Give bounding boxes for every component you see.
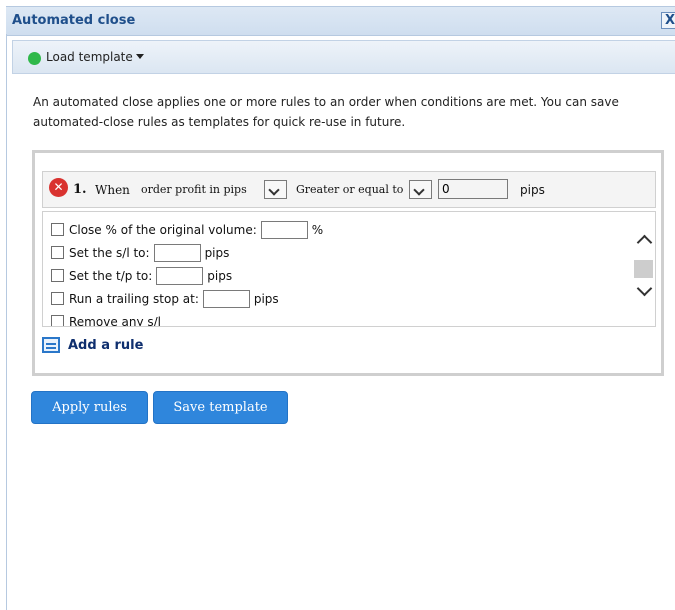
scroll-thumb[interactable]	[634, 260, 653, 278]
action-remove-sl: Remove any s/l	[51, 312, 162, 327]
actions-scrollbar[interactable]	[632, 212, 655, 326]
condition-select[interactable]: order profit in pips	[141, 180, 293, 199]
when-label: When	[95, 183, 130, 197]
add-rule-icon	[42, 337, 60, 353]
description-text: An automated close applies one or more r…	[33, 95, 619, 129]
action-label: Set the s/l to:	[69, 246, 150, 260]
dialog-toolbar: Load template	[12, 40, 675, 74]
threshold-unit: pips	[520, 183, 545, 197]
remove-rule-icon[interactable]: ✕	[49, 178, 68, 197]
add-rule-label: Add a rule	[68, 338, 144, 353]
action-suffix: %	[311, 223, 324, 237]
set-sl-checkbox[interactable]	[51, 246, 64, 259]
set-tp-checkbox[interactable]	[51, 269, 64, 282]
chevron-down-icon	[409, 180, 432, 199]
rule-number: 1.	[73, 182, 87, 197]
load-template-label: Load template	[46, 50, 133, 64]
action-trailing-stop: Run a trailing stop at: pips	[51, 289, 279, 309]
set-sl-input[interactable]	[153, 244, 201, 262]
automated-close-dialog: Automated close X Load template An autom…	[0, 0, 675, 610]
close-volume-input[interactable]	[260, 221, 308, 239]
set-tp-input[interactable]	[156, 267, 204, 285]
action-label: Set the t/p to:	[69, 269, 153, 283]
condition-select-value: order profit in pips	[141, 183, 247, 196]
scroll-down-icon[interactable]	[636, 280, 653, 297]
action-label: Close % of the original volume:	[69, 223, 257, 237]
rule-header: ✕ 1. When order profit in pips Greater o…	[42, 171, 656, 208]
rule-actions-list[interactable]: Close % of the original volume:% Set the…	[42, 211, 656, 327]
dialog-title: Automated close	[12, 13, 136, 28]
remove-sl-checkbox[interactable]	[51, 315, 64, 326]
action-suffix: pips	[207, 269, 233, 283]
operator-select[interactable]: Greater or equal to	[296, 180, 436, 199]
action-suffix: pips	[253, 292, 279, 306]
close-volume-checkbox[interactable]	[51, 223, 64, 236]
apply-rules-button[interactable]: Apply rules	[31, 391, 148, 424]
action-set-sl: Set the s/l to: pips	[51, 243, 229, 263]
status-dot-icon	[28, 52, 41, 65]
load-template-dropdown[interactable]: Load template	[46, 50, 144, 64]
action-set-tp: Set the t/p to: pips	[51, 266, 232, 286]
trailing-stop-input[interactable]	[202, 290, 250, 308]
operator-select-value: Greater or equal to	[296, 183, 404, 196]
action-label: Run a trailing stop at:	[69, 292, 199, 306]
action-label: Remove any s/l	[69, 315, 162, 327]
dialog-border	[6, 34, 7, 610]
dialog-titlebar: Automated close X	[6, 6, 675, 36]
threshold-input[interactable]: 0	[438, 179, 508, 199]
close-button[interactable]: X	[661, 12, 675, 29]
scroll-up-icon[interactable]	[636, 234, 653, 251]
rules-panel: ✕ 1. When order profit in pips Greater o…	[32, 150, 664, 376]
save-template-button[interactable]: Save template	[153, 391, 288, 424]
action-close-volume: Close % of the original volume:%	[51, 220, 323, 240]
caret-down-icon	[135, 54, 144, 59]
action-suffix: pips	[204, 246, 230, 260]
trailing-stop-checkbox[interactable]	[51, 292, 64, 305]
chevron-down-icon	[264, 180, 287, 199]
